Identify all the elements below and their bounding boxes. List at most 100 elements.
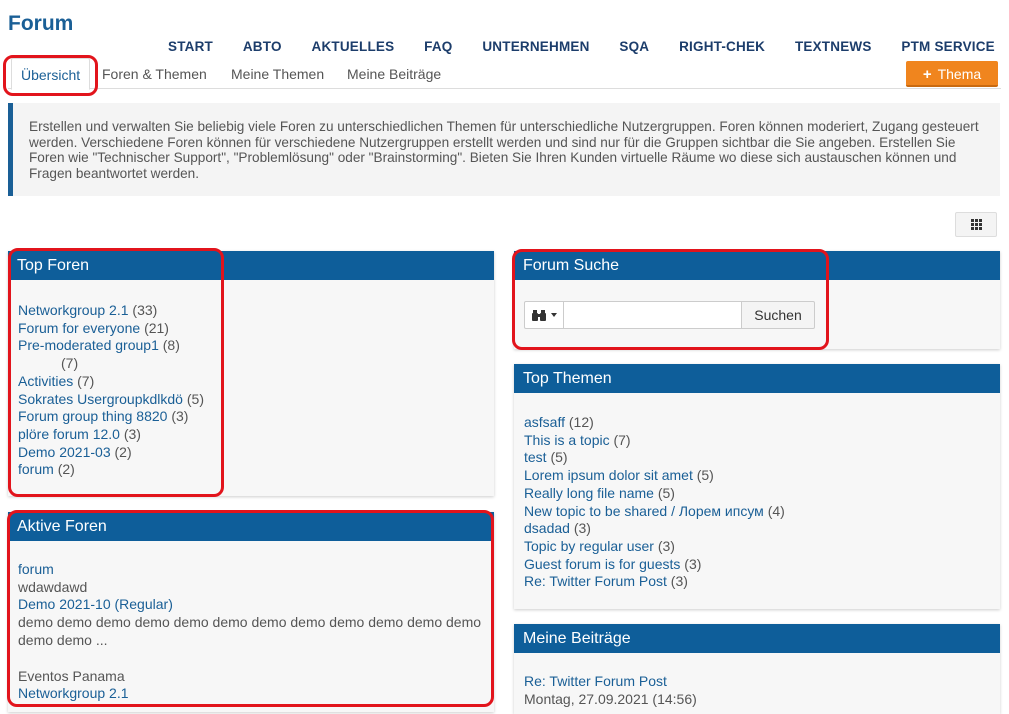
list-item: Activities (7) (18, 373, 484, 391)
chevron-down-icon (550, 313, 557, 317)
topic-link[interactable]: New topic to be shared / Лорем ипсум (524, 503, 764, 519)
meine-beitraege-title: Meine Beiträge (514, 624, 1000, 653)
list-item: Forum group thing 8820 (3) (18, 408, 484, 426)
forum-link[interactable]: Forum group thing 8820 (18, 408, 167, 424)
info-text: Erstellen und verwalten Sie beliebig vie… (29, 119, 979, 181)
tab-foren-themen[interactable]: Foren & Themen (102, 58, 207, 88)
list-item: Networkgroup 2.1 (33) (18, 302, 484, 320)
forum-link[interactable]: Pre-moderated group1 (18, 337, 159, 353)
search-group: Suchen (524, 301, 990, 329)
top-themen-title: Top Themen (514, 364, 1000, 393)
nav-aktuelles[interactable]: AKTUELLES (312, 39, 395, 54)
tab-meine-beitraege[interactable]: Meine Beiträge (347, 58, 441, 88)
item-count: (3) (573, 520, 591, 537)
item-count: (3) (684, 555, 702, 572)
search-scope-dropdown[interactable] (524, 301, 564, 329)
plus-icon: + (922, 66, 932, 83)
list-item: plöre forum 12.0 (3) (18, 426, 484, 444)
aktive-foren-title: Aktive Foren (8, 512, 494, 541)
forum-link[interactable]: forum (18, 561, 54, 577)
nav-start[interactable]: START (168, 39, 213, 54)
topic-link[interactable]: dsadad (524, 520, 570, 536)
forum-link[interactable]: Demo 2021-03 (18, 444, 111, 460)
nav-ptm-service[interactable]: PTM SERVICE (901, 39, 994, 54)
forum-description: wdawdawd (18, 578, 88, 595)
search-button[interactable]: Suchen (742, 301, 815, 329)
search-input[interactable] (564, 301, 742, 329)
item-count: (7) (61, 355, 79, 372)
forum-link[interactable]: forum (18, 461, 54, 477)
list-item: Lorem ipsum dolor sit amet (5) (524, 467, 990, 485)
forum-link[interactable]: Sokrates Usergroupkdlkdö (18, 391, 183, 407)
list-item: This is a topic (7) (524, 432, 990, 450)
new-topic-label: Thema (937, 66, 982, 82)
forum-link[interactable]: Forum for everyone (18, 320, 140, 336)
list-item: forum (18, 561, 486, 579)
post-link[interactable]: Re: Twitter Forum Post (524, 673, 667, 689)
page-title: Forum (8, 12, 74, 35)
new-topic-button[interactable]: + Thema (906, 61, 998, 87)
list-item: Really long file name (5) (524, 485, 990, 503)
nav-right-chek[interactable]: RIGHT-CHEK (679, 39, 765, 54)
item-count: (21) (144, 319, 169, 336)
item-count: (8) (162, 337, 180, 354)
topic-link[interactable]: This is a topic (524, 432, 610, 448)
forum-link[interactable]: Networkgroup 2.1 (18, 302, 129, 318)
top-themen-panel: Top Themen asfsaff (12) This is a topic … (514, 364, 1000, 609)
tab-uebersicht[interactable]: Übersicht (11, 58, 91, 90)
grid-icon (970, 219, 982, 230)
list-item: asfsaff (12) (524, 414, 990, 432)
item-count: (12) (568, 414, 594, 430)
topic-link[interactable]: Re: Twitter Forum Post (524, 573, 667, 589)
topic-link[interactable]: test (524, 449, 547, 465)
forum-link[interactable]: Activities (18, 373, 73, 389)
nav-unternehmen[interactable]: UNTERNEHMEN (482, 39, 589, 54)
forum-suche-panel: Forum Suche Suchen (514, 251, 1000, 349)
item-count: (4) (767, 502, 785, 519)
list-item: test (5) (524, 449, 990, 467)
item-count: (2) (57, 461, 75, 478)
tab-bar: Übersicht Foren & Themen Meine Themen Me… (8, 58, 1001, 90)
top-foren-panel: Top Foren Networkgroup 2.1 (33) Forum fo… (8, 251, 494, 496)
grid-view-button[interactable] (955, 212, 997, 237)
item-count: (5) (696, 467, 714, 484)
topic-link[interactable]: Topic by regular user (524, 538, 654, 554)
meine-beitraege-panel: Meine Beiträge Re: Twitter Forum Post Mo… (514, 624, 1000, 714)
nav-abto[interactable]: ABTO (243, 39, 282, 54)
item-count: (3) (123, 425, 141, 442)
nav-textnews[interactable]: TEXTNEWS (795, 39, 872, 54)
item-count: (3) (657, 537, 675, 554)
topic-link[interactable]: asfsaff (524, 414, 565, 430)
topic-link[interactable]: Guest forum is for guests (524, 556, 680, 572)
topic-link[interactable]: Really long file name (524, 485, 654, 501)
list-item: Re: Twitter Forum Post (524, 673, 990, 691)
nav-faq[interactable]: FAQ (424, 39, 452, 54)
topic-link[interactable]: Lorem ipsum dolor sit amet (524, 467, 693, 483)
top-foren-title: Top Foren (8, 251, 494, 280)
nav-sqa[interactable]: SQA (619, 39, 649, 54)
forum-link[interactable]: Demo 2021-10 (Regular) (18, 596, 173, 612)
list-item: Topic by regular user (3) (524, 538, 990, 556)
list-item: New topic to be shared / Лорем ипсум (4) (524, 503, 990, 521)
forum-suche-title: Forum Suche (514, 251, 1000, 280)
item-count: (2) (114, 443, 132, 460)
list-item: Demo 2021-03 (2) (18, 444, 484, 462)
list-item: Sokrates Usergroupkdlkdö (5) (18, 391, 484, 409)
list-item: Forum for everyone (21) (18, 320, 484, 338)
binoculars-icon (531, 310, 546, 321)
forum-link[interactable]: Networkgroup 2.1 (18, 685, 129, 701)
forum-description: Eventos Panama (18, 667, 125, 684)
item-count: (5) (186, 390, 204, 407)
tab-meine-themen[interactable]: Meine Themen (231, 58, 324, 88)
list-item: Demo 2021-10 (Regular) (18, 596, 486, 614)
forum-link[interactable]: plöre forum 12.0 (18, 426, 120, 442)
list-item: Pre-moderated group1 (8) (18, 337, 484, 355)
post-date: Montag, 27.09.2021 (14:56) (524, 690, 697, 707)
aktive-foren-panel: Aktive Foren forum wdawdawd Demo 2021-10… (8, 512, 494, 712)
item-count: (5) (550, 449, 568, 466)
item-count: (3) (171, 408, 189, 425)
item-count: (5) (657, 484, 675, 501)
info-box: Erstellen und verwalten Sie beliebig vie… (8, 103, 1000, 196)
top-navigation: START ABTO AKTUELLES FAQ UNTERNEHMEN SQA… (168, 39, 995, 54)
forum-description: demo demo demo demo demo demo demo demo … (18, 614, 482, 648)
